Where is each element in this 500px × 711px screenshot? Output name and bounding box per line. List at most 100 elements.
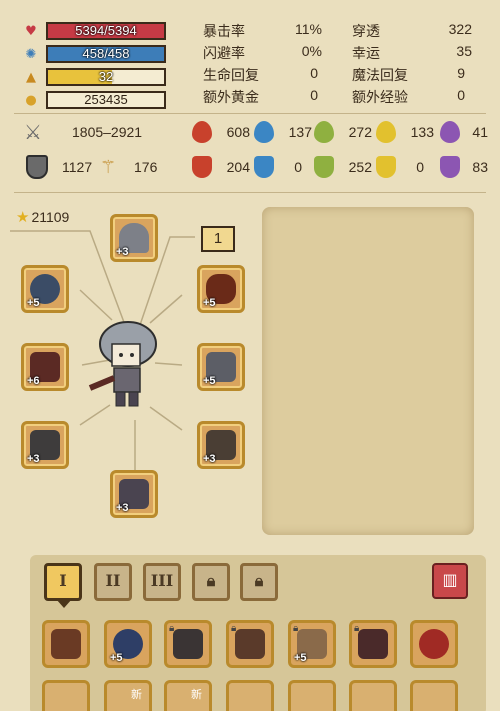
gold-value: 253435 bbox=[84, 92, 128, 107]
item-plus: +5 bbox=[294, 652, 307, 664]
element-fire: 608 bbox=[192, 118, 250, 146]
water-res-value: 0 bbox=[294, 159, 302, 175]
equip-amulet[interactable]: +5 bbox=[21, 265, 69, 313]
equip-armor[interactable]: +5 bbox=[197, 343, 245, 391]
defense-stat: 1127 bbox=[26, 153, 92, 181]
inventory-slot[interactable]: 新 bbox=[164, 680, 212, 711]
inventory-slot[interactable]: 🔒︎ bbox=[164, 620, 212, 668]
stat-pierce-value: 322 bbox=[448, 21, 472, 37]
stat-dodge-label: 闪避率 bbox=[203, 46, 245, 62]
poison-icon bbox=[440, 121, 460, 143]
inventory-slot[interactable]: 🔒︎ bbox=[349, 620, 397, 668]
defense-row: 1127 ⚚ 176 204 0 252 0 83 bbox=[0, 153, 500, 181]
inventory-slot[interactable] bbox=[42, 620, 90, 668]
staff-icon: ⚚ bbox=[100, 156, 117, 177]
mp-bar: 458/458 bbox=[46, 45, 166, 63]
inventory-slot[interactable]: 新 bbox=[104, 680, 152, 711]
equip-bracer[interactable]: +3 bbox=[21, 421, 69, 469]
fire-value: 608 bbox=[226, 124, 250, 140]
inventory-slot[interactable] bbox=[42, 680, 90, 711]
stat-extraexp-value: 0 bbox=[457, 87, 465, 103]
res-leaf: 252 bbox=[314, 153, 372, 181]
leaf-icon bbox=[314, 121, 334, 143]
equip-ring[interactable]: +5 bbox=[197, 265, 245, 313]
tab-bag-5-locked[interactable]: 🔒︎ bbox=[240, 563, 278, 601]
mp-row: ✺ 458/458 bbox=[22, 44, 166, 64]
water-shield-icon bbox=[254, 156, 274, 178]
equip-plus: +5 bbox=[203, 375, 216, 387]
element-water: 137 bbox=[254, 118, 312, 146]
level-row: ▲ 32 bbox=[22, 67, 166, 87]
hp-row: ♥ 5394/5394 bbox=[22, 21, 166, 41]
weapon-icon bbox=[51, 629, 81, 659]
level-bar: 32 bbox=[46, 68, 166, 86]
mp-value: 458/458 bbox=[82, 46, 130, 61]
stat-luck-label: 幸运 bbox=[352, 46, 380, 62]
equip-plus: +3 bbox=[27, 453, 40, 465]
hero-character bbox=[88, 321, 157, 407]
inventory-slot[interactable]: 🔒︎ bbox=[226, 620, 274, 668]
leaf-value: 272 bbox=[348, 124, 372, 140]
trash-button[interactable]: ▥ bbox=[432, 563, 468, 599]
hp-bar: 5394/5394 bbox=[46, 22, 166, 40]
equip-plus: +3 bbox=[203, 453, 216, 465]
gear-icon: ✺ bbox=[25, 46, 37, 62]
element-leaf: 272 bbox=[314, 118, 372, 146]
fire-shield-icon bbox=[192, 156, 212, 178]
inventory-slot[interactable] bbox=[410, 620, 458, 668]
attack-value: 1805–2921 bbox=[72, 124, 143, 140]
hp-value: 5394/5394 bbox=[75, 23, 137, 38]
bracer-icon bbox=[235, 629, 265, 659]
lightning-shield-icon bbox=[376, 156, 396, 178]
poison-value: 41 bbox=[472, 124, 488, 140]
tab-bag-4-locked[interactable]: 🔒︎ bbox=[192, 563, 230, 601]
equip-plus: +5 bbox=[27, 297, 40, 309]
tab-bag-3[interactable]: III bbox=[143, 563, 181, 601]
inventory-slot[interactable]: 🔒︎ +5 bbox=[288, 620, 336, 668]
ring-icon bbox=[419, 629, 449, 659]
stat-mpregen-value: 9 bbox=[457, 65, 465, 81]
equip-weapon[interactable]: +6 bbox=[21, 343, 69, 391]
stat-luck-value: 35 bbox=[456, 43, 472, 59]
speed-value: 176 bbox=[134, 159, 158, 175]
attack-row: ⚔ 1805–2921 608 137 272 133 41 bbox=[0, 118, 500, 146]
crossed-swords-icon: ⚔ bbox=[24, 121, 42, 144]
lightning-res-value: 0 bbox=[416, 159, 424, 175]
amulet-icon bbox=[358, 629, 388, 659]
fire-res-value: 204 bbox=[226, 159, 250, 175]
stat-mpregen-label: 魔法回复 bbox=[352, 68, 408, 84]
equip-pants[interactable]: +3 bbox=[197, 421, 245, 469]
inventory-slot[interactable] bbox=[349, 680, 397, 711]
attack-stat: ⚔ 1805–2921 bbox=[24, 118, 142, 146]
poison-shield-icon bbox=[440, 156, 460, 178]
leaf-shield-icon bbox=[314, 156, 334, 178]
inventory-slot[interactable]: +5 bbox=[104, 620, 152, 668]
gold-bar: 253435 bbox=[46, 91, 166, 109]
inventory-slot[interactable] bbox=[226, 680, 274, 711]
divider bbox=[14, 113, 486, 114]
equip-plus: +3 bbox=[116, 246, 129, 258]
tab-bag-1[interactable]: I bbox=[44, 563, 82, 601]
equip-boots[interactable]: +3 bbox=[110, 470, 158, 518]
defense-value: 1127 bbox=[62, 159, 93, 175]
inventory-slot[interactable] bbox=[410, 680, 458, 711]
equip-plus: +3 bbox=[116, 502, 129, 514]
stat-extragold-value: 0 bbox=[310, 87, 318, 103]
tab-bag-2[interactable]: II bbox=[94, 563, 132, 601]
speed-stat: ⚚ 176 bbox=[100, 153, 157, 181]
lightning-icon bbox=[376, 121, 396, 143]
stat-crit-label: 暴击率 bbox=[203, 24, 245, 40]
trash-icon: ▥ bbox=[442, 570, 458, 589]
inventory-slot[interactable] bbox=[288, 680, 336, 711]
stat-dodge-value: 0% bbox=[301, 43, 322, 59]
triangle-icon: ▲ bbox=[26, 69, 36, 85]
level-value: 32 bbox=[98, 69, 114, 84]
equip-plus: +5 bbox=[203, 297, 216, 309]
stat-hpregen-label: 生命回复 bbox=[203, 68, 259, 84]
active-tab-arrow bbox=[56, 599, 72, 608]
res-poison: 83 bbox=[440, 153, 488, 181]
equip-helmet[interactable]: +3 bbox=[110, 214, 158, 262]
poison-res-value: 83 bbox=[472, 159, 488, 175]
leaf-res-value: 252 bbox=[348, 159, 372, 175]
new-badge: 新 bbox=[191, 688, 202, 701]
